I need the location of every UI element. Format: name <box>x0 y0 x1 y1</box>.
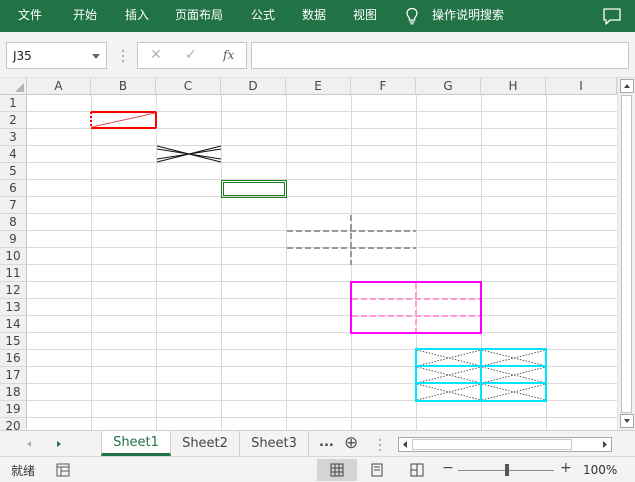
tab-split-handle-icon[interactable] <box>378 438 382 452</box>
more-sheets-button[interactable]: ... <box>319 435 334 450</box>
formula-input[interactable] <box>251 42 629 69</box>
drag-handle-icon[interactable] <box>121 49 125 63</box>
gridlines <box>27 95 617 430</box>
status-ready: 就绪 <box>11 464 36 478</box>
lightbulb-icon[interactable] <box>405 7 419 25</box>
prev-sheet-icon[interactable] <box>24 439 34 449</box>
chevron-down-icon[interactable] <box>92 54 100 59</box>
ribbon: 文件 开始 插入 页面布局 公式 数据 视图 操作说明搜索 <box>0 0 635 32</box>
comment-icon[interactable] <box>602 6 622 26</box>
cell-c4-diagonal-cross <box>156 145 222 163</box>
normal-view-button[interactable] <box>317 459 357 481</box>
horizontal-scrollbar[interactable] <box>398 437 612 452</box>
zoom-level[interactable]: 100% <box>583 463 617 477</box>
formula-buttons: ✕ ✓ fx <box>137 42 247 69</box>
formula-bar: J35 ✕ ✓ fx <box>0 32 635 78</box>
tab-data[interactable]: 数据 <box>302 7 326 23</box>
tell-me-search[interactable]: 操作说明搜索 <box>432 7 504 23</box>
scroll-up-button[interactable] <box>620 79 634 93</box>
tab-file[interactable]: 文件 <box>18 7 42 23</box>
cell-b2-border <box>90 111 157 129</box>
tab-home[interactable]: 开始 <box>73 7 97 23</box>
name-box-value: J35 <box>13 49 32 63</box>
insert-function-button[interactable]: fx <box>223 48 234 62</box>
accessibility-check-icon[interactable] <box>56 463 70 477</box>
sheet-tab-bar: Sheet1 Sheet2 Sheet3 ... ⊕ <box>0 430 635 456</box>
zoom-slider-handle[interactable] <box>505 464 509 476</box>
tab-sheet1[interactable]: Sheet1 <box>101 431 171 456</box>
vertical-scroll-thumb[interactable] <box>621 95 632 413</box>
tab-formulas[interactable]: 公式 <box>251 7 275 23</box>
scroll-right-icon[interactable] <box>600 439 610 450</box>
triangle-down-icon <box>624 419 630 423</box>
range-g16-h18-border <box>415 348 547 402</box>
scroll-down-button[interactable] <box>620 414 634 428</box>
cell-area[interactable] <box>0 78 617 430</box>
page-layout-icon <box>371 463 383 477</box>
cancel-icon[interactable]: ✕ <box>150 47 162 63</box>
next-sheet-icon[interactable] <box>54 439 64 449</box>
zoom-out-button[interactable]: − <box>442 460 454 476</box>
tab-sheet2[interactable]: Sheet2 <box>171 431 240 456</box>
grid-view-icon <box>330 463 344 477</box>
triangle-up-icon <box>624 84 630 88</box>
tab-sheet3[interactable]: Sheet3 <box>240 431 309 456</box>
worksheet-grid[interactable]: A B C D E F G H I 1 2 3 4 5 6 7 8 9 10 1… <box>0 78 617 430</box>
zoom-in-button[interactable]: + <box>560 460 572 476</box>
add-sheet-icon[interactable]: ⊕ <box>344 433 358 453</box>
tab-insert[interactable]: 插入 <box>125 7 149 23</box>
status-bar: 就绪 − + 100% <box>0 456 635 482</box>
enter-icon[interactable]: ✓ <box>185 47 197 63</box>
cell-d6-double-border <box>221 180 287 198</box>
horizontal-scroll-thumb[interactable] <box>412 439 572 450</box>
name-box[interactable]: J35 <box>6 42 107 69</box>
vertical-scrollbar[interactable] <box>617 78 635 430</box>
page-layout-view-button[interactable] <box>357 459 397 481</box>
tab-page-layout[interactable]: 页面布局 <box>175 7 223 23</box>
tab-view[interactable]: 视图 <box>353 7 377 23</box>
scroll-left-icon[interactable] <box>400 439 410 450</box>
page-break-view-button[interactable] <box>397 459 437 481</box>
page-break-icon <box>410 463 424 477</box>
